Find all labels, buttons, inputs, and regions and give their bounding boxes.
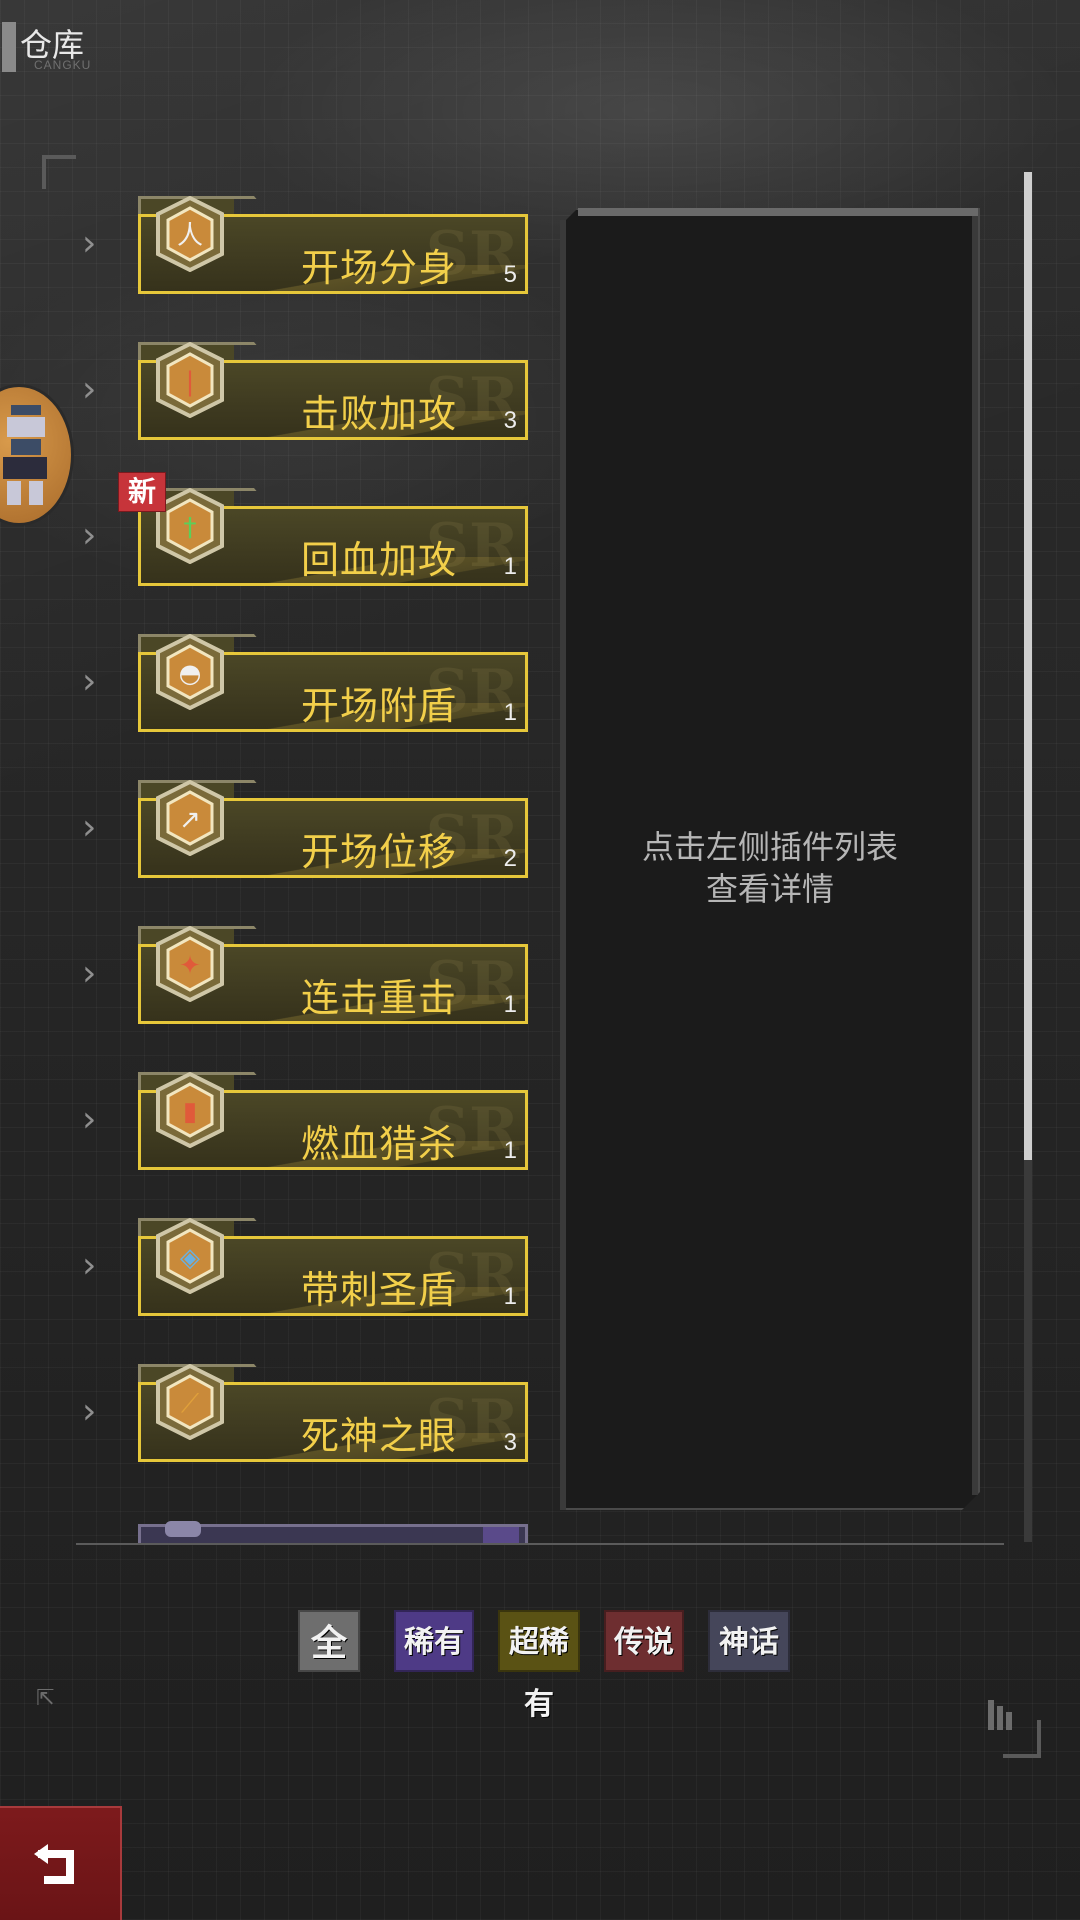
- svg-text:†: †: [184, 513, 197, 543]
- sword-icon: |: [156, 342, 224, 418]
- plugin-list-item[interactable]: › SR 开场分身 5 人: [60, 178, 540, 298]
- plugin-name: 燃血猎杀: [300, 1122, 457, 1166]
- scrollbar-thumb[interactable]: [1024, 172, 1032, 1160]
- plugin-count: 1: [503, 553, 517, 580]
- filter-legendary-button[interactable]: 传说: [604, 1610, 684, 1672]
- plugin-count: 3: [503, 407, 517, 434]
- plugin-name: 开场分身: [300, 246, 457, 290]
- shield-icon: ◓: [156, 634, 224, 710]
- chevron-right-icon[interactable]: ›: [82, 518, 96, 554]
- chevron-right-icon[interactable]: ›: [82, 810, 96, 846]
- warehouse-screen: 仓库 CANGKU › SR 开场分身 5 人 › SR 击败加攻 3 | › SR 回血加攻 1 † 新 › S…: [0, 0, 1080, 1920]
- back-arrow-icon: [34, 1844, 74, 1884]
- filter-mythic-button[interactable]: 神话: [708, 1610, 790, 1672]
- svg-text:◓: ◓: [179, 659, 202, 689]
- chevron-right-icon[interactable]: ›: [82, 1102, 96, 1138]
- plugin-name: 开场位移: [300, 830, 457, 874]
- title-marker: [2, 22, 16, 72]
- plugin-name: 连击重击: [300, 976, 457, 1020]
- svg-text:◈: ◈: [180, 1243, 200, 1273]
- plugin-name: 开场附盾: [300, 684, 457, 728]
- plugin-list-item[interactable]: › SR 开场位移 2 ↗: [60, 762, 540, 882]
- page-subtitle: CANGKU: [34, 58, 92, 72]
- avatar-pixel: [29, 481, 43, 505]
- plugin-list-item[interactable]: › SR 死神之眼 3 ⟋: [60, 1346, 540, 1466]
- plugin-list-item[interactable]: › SR 开场附盾 1 ◓: [60, 616, 540, 736]
- chevron-right-icon[interactable]: ›: [82, 1248, 96, 1284]
- dash-icon: ↗: [156, 780, 224, 856]
- plugin-name: 回血加攻: [300, 538, 457, 582]
- plugin-name: 击败加攻: [300, 392, 457, 436]
- avatar-pixel: [11, 439, 41, 455]
- plugin-list-item[interactable]: › SR 击败加攻 3 |: [60, 324, 540, 444]
- chevron-right-icon[interactable]: ›: [82, 372, 96, 408]
- svg-text:✦: ✦: [179, 951, 201, 981]
- plugin-card-partial[interactable]: [138, 1521, 528, 1544]
- plugin-badge-icon: [165, 1521, 201, 1537]
- reaper-dagger-icon: ⟋: [156, 1364, 224, 1440]
- plugin-list-item[interactable]: › SR 连击重击 1 ✦: [60, 908, 540, 1028]
- bars-icon: [988, 1690, 1020, 1730]
- detail-hint: 点击左侧插件列表 查看详情: [560, 826, 980, 910]
- plugin-list-item[interactable]: › SR 回血加攻 1 † 新: [60, 470, 540, 590]
- plugin-count: 2: [503, 845, 517, 872]
- chevron-right-icon[interactable]: ›: [82, 1394, 96, 1430]
- filter-rare-button[interactable]: 稀有: [394, 1610, 474, 1672]
- chevron-right-icon[interactable]: ›: [82, 956, 96, 992]
- svg-text:↗: ↗: [179, 805, 201, 835]
- plugin-count: 1: [503, 1283, 517, 1310]
- filter-all-button[interactable]: 全: [298, 1610, 360, 1672]
- plugin-count: 5: [503, 261, 517, 288]
- bar: [988, 1700, 994, 1730]
- plugin-count: 1: [503, 991, 517, 1018]
- chevron-right-icon[interactable]: ›: [82, 226, 96, 262]
- avatar-pixel: [7, 417, 45, 437]
- rarity-tag: [483, 1527, 519, 1544]
- detail-hint-line1: 点击左侧插件列表: [641, 828, 898, 866]
- avatar-pixel: [3, 457, 47, 479]
- list-divider: [76, 1543, 1004, 1545]
- clone-icon: 人: [156, 196, 224, 272]
- svg-text:▮: ▮: [183, 1097, 197, 1127]
- combo-icon: ✦: [156, 926, 224, 1002]
- back-button[interactable]: [0, 1806, 122, 1920]
- new-badge: 新: [118, 472, 166, 512]
- bar: [997, 1706, 1003, 1730]
- plugin-count: 1: [503, 699, 517, 726]
- plugin-list-item[interactable]: › SR 带刺圣盾 1 ◈: [60, 1200, 540, 1320]
- detail-hint-line2: 查看详情: [705, 870, 834, 908]
- thorn-shield-icon: ◈: [156, 1218, 224, 1294]
- list-scrollbar[interactable]: [1024, 172, 1032, 1542]
- plugin-count: 3: [503, 1429, 517, 1456]
- chevron-right-icon[interactable]: ›: [82, 664, 96, 700]
- avatar-pixel: [7, 481, 21, 505]
- detail-panel-top-edge: [578, 208, 978, 216]
- plugin-name: 带刺圣盾: [300, 1268, 457, 1312]
- svg-text:⟋: ⟋: [181, 1389, 200, 1419]
- avatar-pixel: [11, 405, 41, 415]
- plugin-count: 1: [503, 1137, 517, 1164]
- svg-text:|: |: [186, 367, 195, 397]
- bar: [1006, 1712, 1012, 1730]
- blood-vial-icon: ▮: [156, 1072, 224, 1148]
- plugin-list-item[interactable]: › SR 燃血猎杀 1 ▮: [60, 1054, 540, 1174]
- svg-text:人: 人: [177, 221, 203, 251]
- plugin-name: 死神之眼: [300, 1414, 457, 1458]
- filter-super-rare-button[interactable]: 超稀有: [498, 1610, 580, 1722]
- expand-arrow-icon: ⇱: [36, 1686, 55, 1711]
